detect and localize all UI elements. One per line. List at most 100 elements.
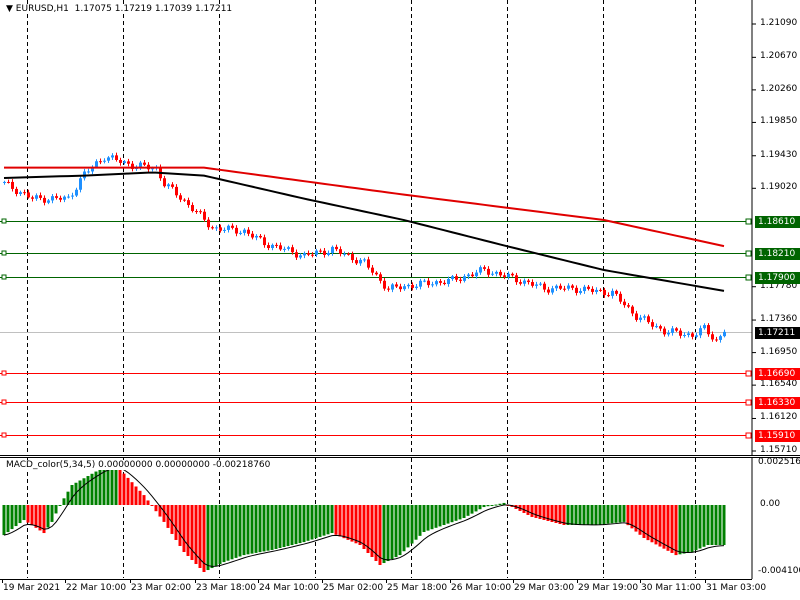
macd-bar [486, 505, 490, 507]
candle-body [323, 250, 326, 255]
macd-bar [330, 505, 334, 534]
candle-body [163, 178, 166, 187]
macd-bar [270, 505, 274, 550]
candle-body [603, 289, 606, 296]
price-axis-label: 1.19430 [760, 149, 798, 160]
macd-bar [250, 505, 254, 554]
candle-body [327, 252, 330, 255]
candle-body [599, 289, 602, 291]
candle-body [623, 301, 626, 306]
candle-body [291, 247, 294, 253]
price-axis-label: 1.17360 [760, 314, 798, 325]
candle-body [539, 283, 542, 285]
candle-body [639, 317, 642, 320]
macd-bar [130, 482, 134, 505]
macd-bar [294, 505, 298, 545]
macd-bar [114, 465, 118, 505]
candle-body [75, 189, 78, 196]
candle-body [487, 268, 490, 275]
candle-body [15, 188, 18, 195]
candle-body [255, 235, 258, 238]
macd-value-3: -0.00218760 [212, 460, 271, 470]
time-axis-label: 29 Mar 19:00 [578, 583, 639, 593]
candle-body [207, 219, 210, 228]
macd-bar [710, 505, 714, 545]
candle-body [595, 289, 598, 292]
candle-body [547, 289, 550, 293]
macd-bar [690, 505, 694, 553]
candle-body [423, 280, 426, 282]
candle-body [551, 288, 554, 293]
candle-body [503, 275, 506, 277]
price-axis-label: 1.21090 [760, 18, 798, 28]
macd-bar [602, 505, 606, 525]
candle-body [179, 195, 182, 200]
price-axis-label: 1.16540 [760, 379, 798, 390]
macd-bar [34, 505, 38, 528]
candle-body [435, 281, 438, 285]
macd-bar [170, 505, 174, 534]
price-axis-label: 1.19850 [760, 116, 798, 127]
candle-body [383, 280, 386, 289]
macd-bar [242, 505, 246, 556]
macd-bar [254, 505, 258, 553]
candle-body [303, 253, 306, 256]
candle-body [519, 282, 522, 284]
candle-body [631, 306, 634, 314]
candle-body [99, 161, 102, 163]
level-handle [1, 399, 7, 405]
level-handle [1, 274, 7, 280]
macd-bar [406, 505, 410, 548]
candle-body [715, 339, 718, 341]
macd-bar [222, 505, 226, 563]
macd-bar [422, 505, 426, 533]
candle-body [319, 250, 322, 252]
macd-bar [606, 505, 610, 524]
candle-body [307, 253, 310, 255]
macd-bar [322, 505, 326, 536]
candle-body [351, 254, 354, 261]
candle-body [707, 325, 710, 335]
collapse-triangle-icon[interactable]: ▼ [6, 4, 13, 14]
macd-histogram [2, 465, 726, 573]
candle-body [183, 199, 186, 201]
candle-body [427, 280, 430, 286]
macd-bar [346, 505, 350, 540]
macd-bar [594, 505, 598, 525]
macd-bar [246, 505, 250, 555]
candle-body [431, 284, 434, 286]
macd-bar [682, 505, 686, 554]
level-handle [745, 370, 752, 377]
macd-bar [126, 477, 130, 505]
macd-bar [426, 505, 430, 531]
candle-body [711, 334, 714, 340]
macd-bar [342, 505, 346, 539]
candle-body [247, 229, 250, 234]
macd-bar [282, 505, 286, 548]
chart-canvas[interactable] [0, 0, 800, 600]
macd-bar [590, 505, 594, 525]
candle-body [615, 290, 618, 294]
macd-bar [622, 505, 626, 522]
candle-body [415, 286, 418, 288]
candle-body [27, 192, 30, 198]
candle-body [279, 245, 282, 250]
candle-body [39, 195, 42, 198]
macd-bar [574, 505, 578, 525]
candle-body [479, 267, 482, 273]
candle-body [687, 333, 690, 336]
macd-bar [302, 505, 306, 543]
macd-name: MACD_color(5,34,5) [6, 460, 96, 470]
candle-body [167, 184, 170, 187]
price-axis-label: 1.20260 [760, 83, 798, 94]
candle-body [411, 284, 414, 288]
macd-header: MACD_color(5,34,5) 0.00000000 0.00000000… [6, 460, 271, 470]
symbol-label: EURUSD,H1 [15, 4, 69, 14]
level-handle [745, 218, 752, 225]
candle-body [127, 161, 130, 164]
level-handle [745, 399, 752, 406]
candle-body [375, 272, 378, 275]
candle-body [699, 328, 702, 336]
candle-body [231, 225, 234, 228]
macd-bar [418, 505, 422, 536]
